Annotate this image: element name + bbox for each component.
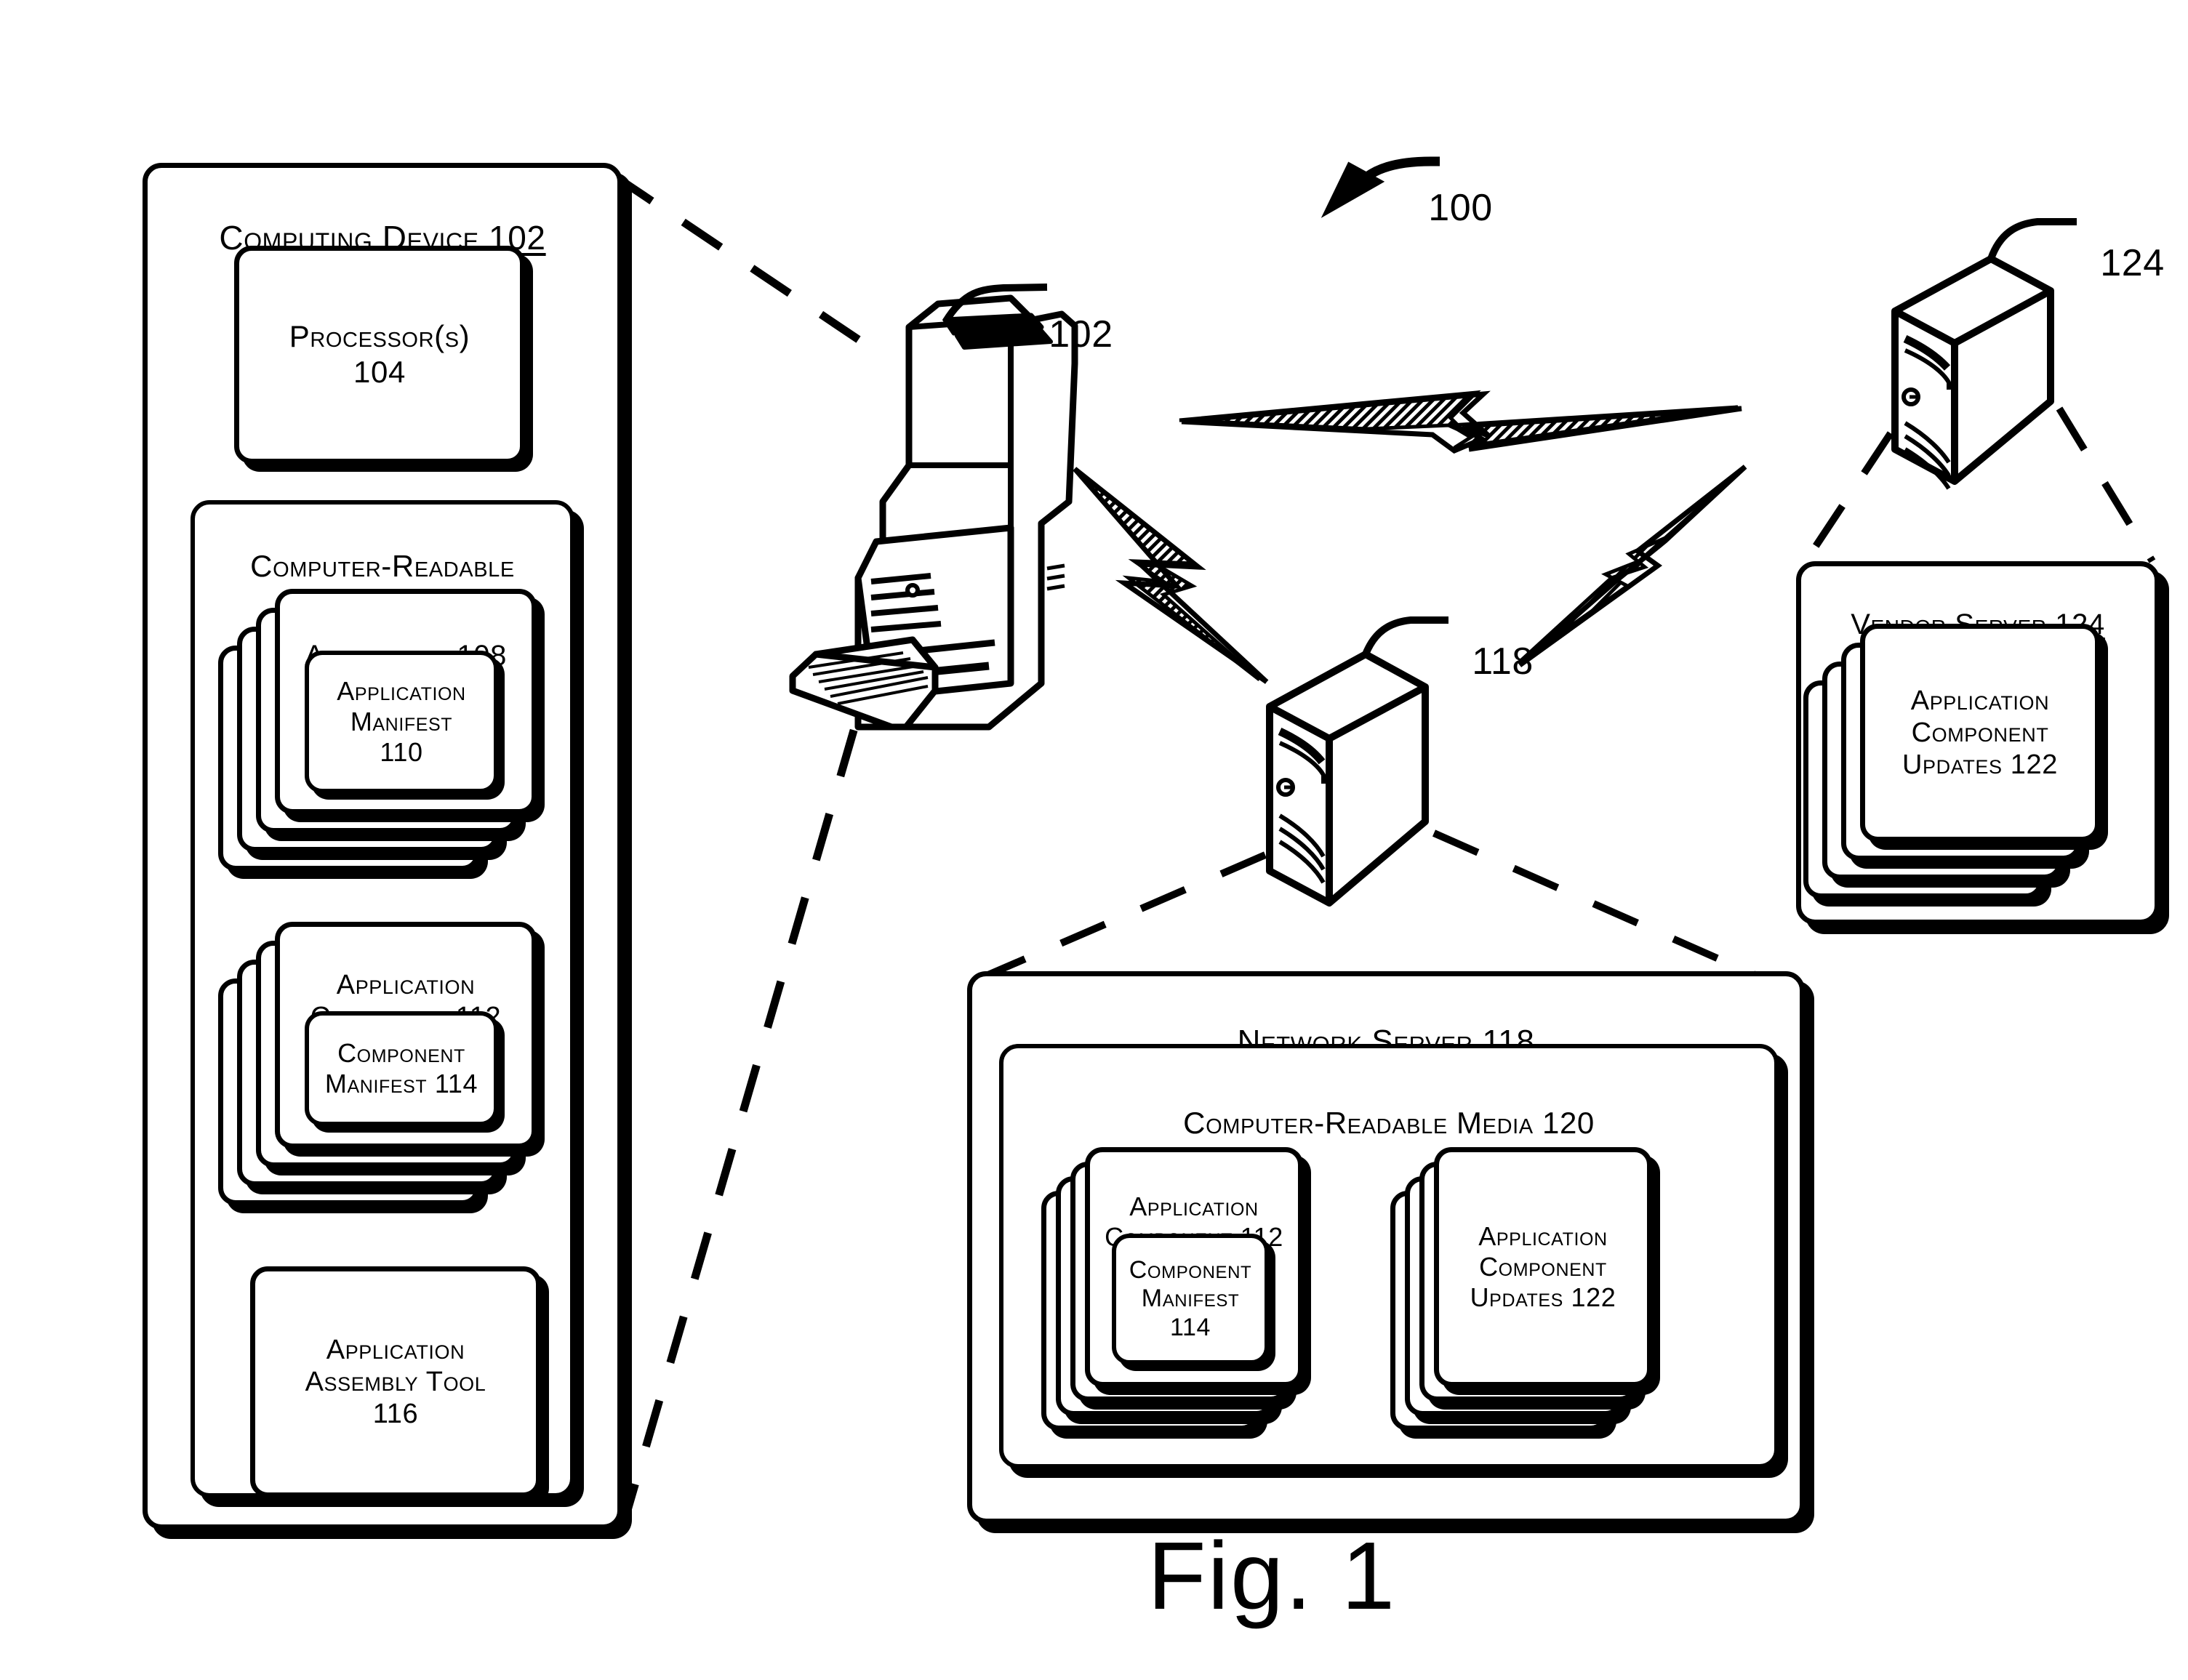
vendor-server-icon <box>1891 218 2077 490</box>
dashed-leader-device-top <box>612 172 865 345</box>
application-manifest-110-box: Application Manifest 110 <box>305 651 498 793</box>
patent-figure-1: Computing Device 102 Processor(s) 104 Co… <box>0 0 2188 1680</box>
network-server-icon <box>1266 616 1448 907</box>
dashed-leader-device-bottom <box>617 551 910 1532</box>
server-updates-122-label: Application Component Updates 122 <box>1470 1221 1616 1312</box>
dashed-leader-network-right <box>1432 829 1762 981</box>
dashed-leader-vendor-right <box>2056 406 2156 563</box>
lightning-bolt-left <box>1073 467 1269 684</box>
application-108-card: Application 108 Application Manifest 110 <box>275 589 537 814</box>
application-108-stack: Application 108 Application Manifest 110 <box>218 589 553 880</box>
figure-caption: Fig. 1 <box>1147 1522 1397 1629</box>
processor-label: Processor(s) 104 <box>289 319 470 389</box>
client-ref-label: 102 <box>1049 313 1113 356</box>
application-component-112-stack: Application Component 112 Component Mani… <box>218 922 553 1213</box>
vendor-updates-122-label: Application Component Updates 122 <box>1902 685 2059 781</box>
vendor-server-ref-label: 124 <box>2100 242 2165 285</box>
component-manifest-114-box: Component Manifest 114 <box>305 1011 498 1126</box>
system-ref-label: 100 <box>1428 187 1493 230</box>
network-server-ref-label: 118 <box>1472 640 1534 683</box>
server-application-component-112-card: Application Component 112 Component Mani… <box>1085 1147 1303 1387</box>
server-application-component-112-stack: Application Component 112 Component Mani… <box>1041 1147 1347 1452</box>
application-assembly-tool-box: Application Assembly Tool 116 <box>250 1266 541 1498</box>
server-updates-122-card: Application Component Updates 122 <box>1434 1147 1652 1387</box>
dashed-leader-vendor-left <box>1801 431 1894 565</box>
dashed-leader-network-left <box>982 851 1267 981</box>
server-updates-122-stack: Application Component Updates 122 <box>1390 1147 1696 1452</box>
lightning-bolt-right <box>1517 465 1747 667</box>
vendor-updates-122-card: Application Component Updates 122 <box>1860 624 2100 842</box>
processor-box: Processor(s) 104 <box>234 246 525 464</box>
application-assembly-tool-label: Application Assembly Tool 116 <box>305 1334 486 1430</box>
vendor-updates-122-stack: Application Component Updates 122 <box>1803 624 2138 915</box>
application-component-112-card: Application Component 112 Component Mani… <box>275 922 537 1149</box>
server-component-manifest-114-box: Component Manifest 114 <box>1112 1234 1269 1365</box>
lightning-bolt-top <box>1179 390 1742 454</box>
